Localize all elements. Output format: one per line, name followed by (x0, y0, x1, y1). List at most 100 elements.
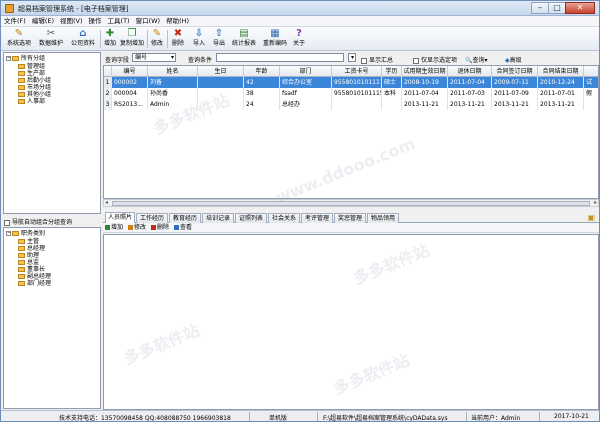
collapse-icon[interactable]: − (6, 231, 11, 236)
tree-item[interactable]: 部门经理 (18, 280, 51, 287)
detail-add-button[interactable]: 增加 (105, 224, 123, 232)
checkbox-icon[interactable] (361, 57, 367, 64)
query-condition-input[interactable] (216, 53, 344, 62)
tree-item[interactable]: 人事部 (18, 98, 45, 105)
cell-edu[interactable] (382, 99, 402, 110)
company-info-button[interactable]: ⌂ 公司资料 (68, 28, 98, 50)
detail-edit-button[interactable]: 修改 (128, 224, 146, 232)
menu-file[interactable]: 文件(F) (1, 16, 29, 26)
cell-age[interactable]: 24 (244, 99, 280, 110)
tree-item[interactable]: 后勤小组 (18, 77, 51, 84)
cell-retire[interactable]: 2011-07-03 (448, 88, 492, 99)
system-options-button[interactable]: ✎ 系统选项 (4, 28, 34, 50)
recode-button[interactable]: ▦ 重新编码 (261, 28, 289, 50)
cell-contract-end[interactable]: 2013-11-21 (538, 99, 584, 110)
auto-group-query-checkbox[interactable]: 导航自动组合分组查询 (4, 217, 72, 226)
row-number[interactable]: 1 (104, 77, 112, 88)
cell-contract-end[interactable]: 2011-07-01 (538, 88, 584, 99)
cell-more[interactable]: 假 (584, 88, 598, 99)
cell-birthday[interactable] (198, 77, 244, 88)
about-button[interactable]: ? 关于 (291, 28, 307, 50)
column-header-name[interactable]: 姓名 (148, 66, 198, 77)
tree-item[interactable]: 助理 (18, 252, 39, 259)
cell-retire[interactable]: 2013-11-21 (448, 99, 492, 110)
tree-item[interactable]: 生产部 (18, 70, 45, 77)
tree-item[interactable]: 管理组 (18, 63, 45, 70)
column-header-trial[interactable]: 试用期生效日期 (402, 66, 448, 77)
cell-card[interactable]: 9558010101115 (332, 88, 382, 99)
detail-view-button[interactable]: 查看 (174, 224, 192, 232)
column-header-dept[interactable]: 部门 (280, 66, 332, 77)
checkbox-icon[interactable] (4, 219, 10, 226)
column-header-retire[interactable]: 退休日期 (448, 66, 492, 77)
column-header-age[interactable]: 年龄 (244, 66, 280, 77)
cell-contract-sign[interactable]: 2013-11-21 (492, 99, 538, 110)
menu-view[interactable]: 视图(V) (57, 16, 86, 26)
cell-id[interactable]: 000002 (112, 77, 148, 88)
menu-operate[interactable]: 操作 (86, 16, 105, 26)
cell-trial[interactable]: 2013-11-21 (402, 99, 448, 110)
cell-contract-end[interactable]: 2010-12-24 (538, 77, 584, 88)
export-button[interactable]: ⇧ 导出 (211, 28, 227, 50)
cell-dept[interactable]: fsadf (280, 88, 332, 99)
query-field-select[interactable]: 编号 (132, 53, 176, 62)
query-condition-dropdown[interactable] (348, 53, 356, 62)
detail-delete-button[interactable]: 删除 (151, 224, 169, 232)
minimize-button[interactable]: – (531, 2, 549, 14)
tree-item[interactable]: 市场分组 (18, 84, 51, 91)
tree-item[interactable]: 总经理 (18, 245, 45, 252)
table-row[interactable]: 2 000004 孙尚香 38 fsadf 9558010101115 本科 2011-07-… (104, 88, 598, 99)
cell-card[interactable] (332, 99, 382, 110)
cell-edu[interactable]: 本科 (382, 88, 402, 99)
cell-dept[interactable]: 总经办 (280, 99, 332, 110)
column-header-card[interactable]: 工资卡号 (332, 66, 382, 77)
menu-edit[interactable]: 编辑(E) (29, 16, 57, 26)
search-button[interactable]: 🔍查询▾ (465, 55, 488, 64)
cell-contract-sign[interactable]: 2011-07-09 (492, 88, 538, 99)
maximize-button[interactable]: □ (548, 2, 566, 14)
tree-item[interactable]: 副总经理 (18, 273, 51, 280)
cell-retire[interactable]: 2011-07-04 (448, 77, 492, 88)
import-button[interactable]: ⇩ 导入 (191, 28, 207, 50)
cell-name[interactable]: 刘备 (148, 77, 198, 88)
tree-root[interactable]: − 职务类别 (6, 230, 45, 237)
scrollbar-thumb[interactable] (112, 201, 590, 206)
menu-tools[interactable]: 工具(T) (105, 16, 133, 26)
data-maintain-button[interactable]: ✂ 数据维护 (36, 28, 66, 50)
copy-add-button[interactable]: ❐ 复制增加 (119, 28, 145, 50)
scroll-right-icon[interactable]: ▸ (594, 199, 597, 206)
only-selected-option[interactable]: 仅显示选定项 (413, 55, 457, 64)
scroll-left-icon[interactable]: ◂ (105, 199, 108, 206)
table-row[interactable]: 1 000002 刘备 42 综合办公室 9558010101111 硕士 2008-10-1… (104, 77, 598, 88)
collapse-icon[interactable]: − (6, 56, 11, 61)
column-header-birthday[interactable]: 生日 (198, 66, 244, 77)
tab-training[interactable]: 培训记录 (202, 213, 234, 223)
tree-root[interactable]: − 所有分组 (6, 55, 45, 62)
cell-dept[interactable]: 综合办公室 (280, 77, 332, 88)
column-header-contract-end[interactable]: 合同结束日期 (538, 66, 584, 77)
tab-education[interactable]: 教育经历 (169, 213, 201, 223)
delete-button[interactable]: ✖ 删除 (170, 28, 186, 50)
folder-open-icon[interactable]: ▣ (587, 213, 595, 222)
menu-help[interactable]: 帮助(H) (163, 16, 192, 26)
column-header-id[interactable]: 编号 (112, 66, 148, 77)
tab-rewards[interactable]: 奖惩管理 (334, 213, 366, 223)
cell-edu[interactable]: 硕士 (382, 77, 402, 88)
tab-items[interactable]: 物品领用 (367, 213, 399, 223)
checkbox-icon[interactable] (413, 57, 419, 64)
cell-name[interactable]: 孙尚香 (148, 88, 198, 99)
cell-card[interactable]: 9558010101111 (332, 77, 382, 88)
stat-report-button[interactable]: ▤ 统计报表 (230, 28, 258, 50)
row-number[interactable]: 3 (104, 99, 112, 110)
advanced-search-button[interactable]: ◆高级 (505, 55, 522, 64)
cell-more[interactable] (584, 99, 598, 110)
table-horizontal-scrollbar[interactable]: ◂ ▸ (103, 199, 599, 207)
menu-window[interactable]: 窗口(W) (133, 16, 164, 26)
column-header-edu[interactable]: 学历 (382, 66, 402, 77)
column-header-more[interactable] (584, 66, 598, 77)
add-button[interactable]: ✚ 增加 (102, 28, 118, 50)
tab-photo[interactable]: 人员照片 (105, 212, 135, 223)
tree-item[interactable]: 董事长 (18, 266, 45, 273)
tree-item[interactable]: 其他小组 (18, 91, 51, 98)
tab-certificates[interactable]: 证照列表 (235, 213, 267, 223)
